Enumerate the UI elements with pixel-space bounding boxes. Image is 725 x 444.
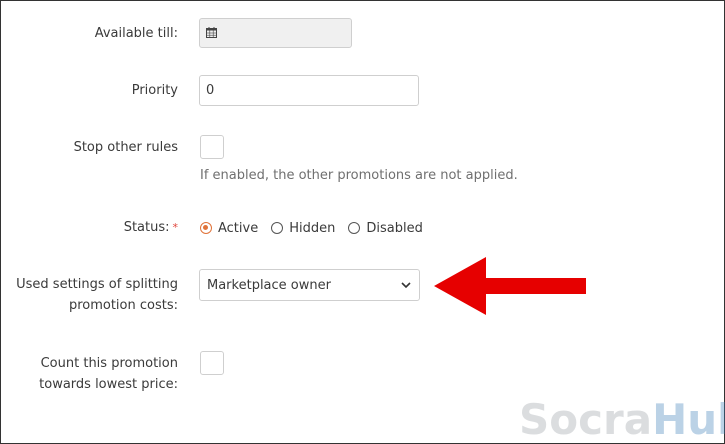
radio-hidden[interactable] <box>271 222 284 234</box>
splitting-select[interactable]: Marketplace owner <box>199 269 420 301</box>
priority-label: Priority <box>131 83 178 98</box>
stop-other-rules-help: If enabled, the other promotions are not… <box>200 168 518 183</box>
red-arrow-annotation <box>434 257 586 315</box>
priority-input[interactable] <box>199 75 419 106</box>
status-option-hidden[interactable]: Hidden <box>271 221 335 236</box>
available-till-label: Available till: <box>94 26 178 41</box>
status-label-text: Status: <box>123 220 170 235</box>
stop-other-rules-checkbox[interactable] <box>200 135 224 159</box>
lowest-price-checkbox[interactable] <box>200 351 224 375</box>
radio-disabled[interactable] <box>348 222 361 234</box>
status-radio-group: Active Hidden Disabled <box>200 218 436 238</box>
lowest-price-label-line2: towards lowest price: <box>39 377 178 392</box>
status-label: Status: * <box>124 217 178 238</box>
status-option-active-label: Active <box>218 220 259 236</box>
watermark-part2: Hub <box>652 395 725 444</box>
watermark-part1: Socra <box>519 395 653 444</box>
status-option-active[interactable]: Active <box>200 221 258 236</box>
splitting-label: Used settings of splitting promotion cos… <box>16 274 178 316</box>
radio-active[interactable] <box>200 222 212 234</box>
status-option-disabled[interactable]: Disabled <box>348 220 423 236</box>
lowest-price-label: Count this promotion towards lowest pric… <box>39 353 178 395</box>
splitting-select-value: Marketplace owner <box>207 278 331 293</box>
status-option-disabled-label: Disabled <box>366 220 423 236</box>
splitting-label-line2: promotion costs: <box>68 298 178 313</box>
form-panel: Available till: Priority Stop other rule… <box>0 0 725 444</box>
stop-other-rules-label: Stop other rules <box>73 140 178 155</box>
calendar-icon <box>206 27 217 38</box>
lowest-price-label-line1: Count this promotion <box>40 356 178 371</box>
splitting-label-line1: Used settings of splitting <box>16 277 178 292</box>
required-mark: * <box>172 221 179 234</box>
status-option-hidden-label: Hidden <box>289 220 336 236</box>
watermark-logo: SocraHub <box>519 396 725 444</box>
available-till-date-field[interactable] <box>199 18 352 48</box>
chevron-down-icon <box>401 282 411 289</box>
